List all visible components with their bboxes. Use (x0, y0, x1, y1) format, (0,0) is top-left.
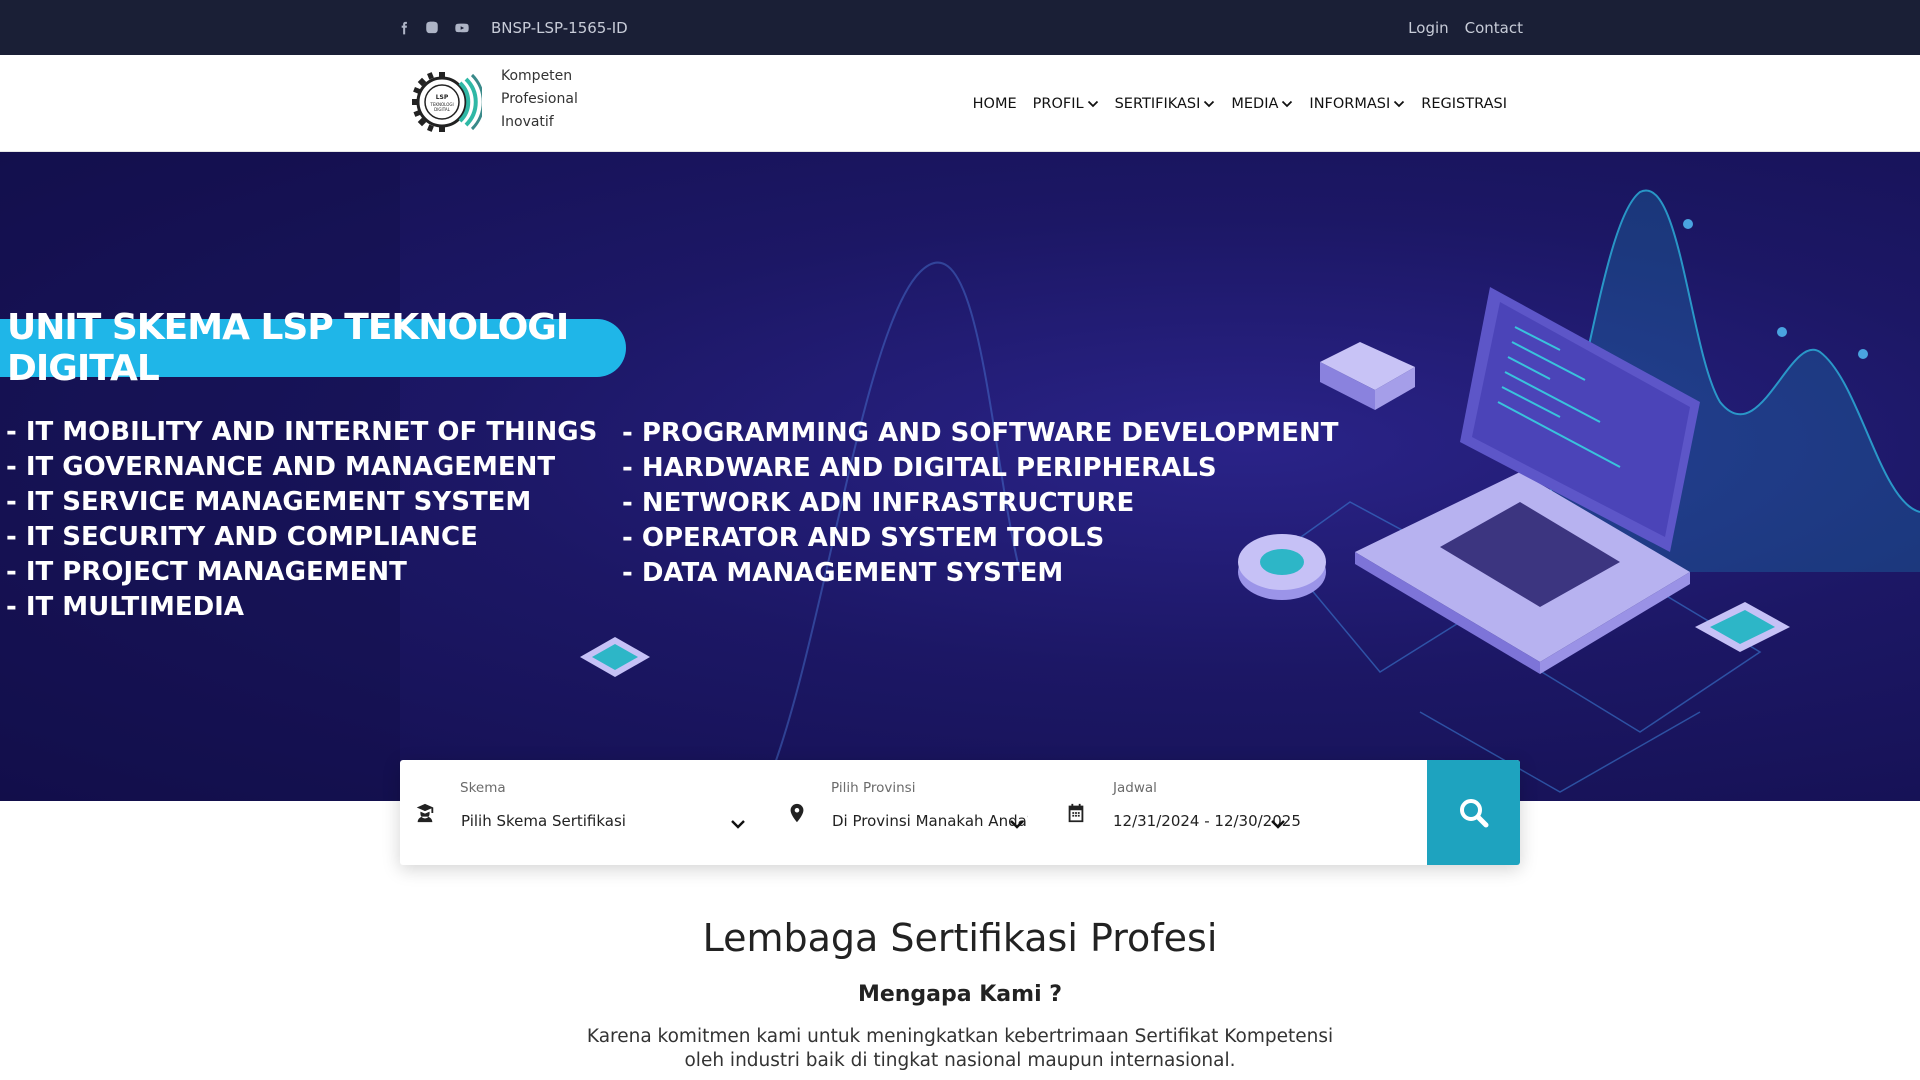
search-panel: Skema Pilih Skema Sertifikasi Pilih Prov… (400, 760, 1520, 865)
provinsi-label: Pilih Provinsi (831, 780, 916, 796)
chevron-down-icon (731, 820, 745, 829)
top-bar: BNSP-LSP-1565-ID Login Contact (0, 0, 1920, 55)
unit-item: - IT MULTIMEDIA (6, 592, 244, 622)
map-pin-icon (786, 802, 808, 824)
nav-media[interactable]: MEDIA (1231, 96, 1293, 112)
nav-label: PROFIL (1032, 95, 1084, 112)
svg-text:DIGITAL: DIGITAL (434, 107, 450, 112)
chevron-down-icon (1087, 100, 1098, 107)
section-subtitle: Mengapa Kami ? (857, 982, 1063, 1007)
tagline: Kompeten Profesional Inovatif (501, 65, 578, 134)
unit-item: - DATA MANAGEMENT SYSTEM (622, 558, 1064, 588)
instagram-icon[interactable] (425, 21, 439, 35)
paragraph-line: oleh industri baik di tingkat nasional m… (684, 1050, 1236, 1071)
calendar-icon (1065, 802, 1087, 824)
nav-label: REGISTRASI (1421, 95, 1507, 112)
nav-registrasi[interactable]: REGISTRASI (1421, 96, 1507, 112)
unit-item: - NETWORK ADN INFRASTRUCTURE (622, 488, 1135, 518)
unit-list-right: - PROGRAMMING AND SOFTWARE DEVELOPMENT -… (622, 416, 1339, 591)
main-nav: HOME PROFIL SERTIFIKASI MEDIA INFORMASI … (973, 55, 1507, 152)
search-icon (1459, 798, 1488, 827)
provinsi-select[interactable]: Di Provinsi Manakah Anda? (832, 812, 1028, 830)
chevron-down-icon (1394, 100, 1405, 107)
unit-list-left: - IT MOBILITY AND INTERNET OF THINGS - I… (6, 415, 597, 625)
unit-item: - HARDWARE AND DIGITAL PERIPHERALS (622, 453, 1217, 483)
main-header: LSP TEKNOLOGI DIGITAL Kompeten Profesion… (0, 55, 1920, 152)
hero-title-pill: UNIT SKEMA LSP TEKNOLOGI DIGITAL (0, 307, 626, 389)
nav-label: INFORMASI (1309, 95, 1391, 112)
hero-banner: UNIT SKEMA LSP TEKNOLOGI DIGITAL - IT MO… (0, 152, 1920, 801)
graduate-icon (414, 802, 436, 824)
tagline-line: Kompeten (501, 68, 573, 84)
unit-item: - IT MOBILITY AND INTERNET OF THINGS (6, 417, 598, 447)
skema-field[interactable]: Skema Pilih Skema Sertifikasi (400, 760, 770, 865)
nav-label: MEDIA (1231, 95, 1279, 112)
nav-sertifikasi[interactable]: SERTIFIKASI (1115, 96, 1216, 112)
chevron-down-icon (1271, 820, 1285, 829)
about-paragraph: Karena komitmen kami untuk meningkatkan … (0, 1025, 1920, 1073)
lsp-logo[interactable]: LSP TEKNOLOGI DIGITAL (408, 65, 485, 139)
unit-item: - OPERATOR AND SYSTEM TOOLS (622, 523, 1105, 553)
contact-link[interactable]: Contact (1465, 19, 1523, 37)
registration-code: BNSP-LSP-1565-ID (491, 18, 628, 37)
nav-profil[interactable]: PROFIL (1033, 96, 1099, 112)
jadwal-label: Jadwal (1113, 780, 1157, 796)
page-title: Lembaga Sertifikasi Profesi (702, 916, 1218, 960)
provinsi-field[interactable]: Pilih Provinsi Di Provinsi Manakah Anda? (780, 760, 1050, 865)
login-link[interactable]: Login (1408, 19, 1448, 37)
chevron-down-icon (1010, 820, 1024, 829)
about-section: Lembaga Sertifikasi Profesi Mengapa Kami… (0, 900, 1920, 1073)
chevron-down-icon (1282, 100, 1293, 107)
unit-item: - IT SECURITY AND COMPLIANCE (6, 522, 478, 552)
unit-item: - IT GOVERNANCE AND MANAGEMENT (6, 452, 556, 482)
unit-item: - IT SERVICE MANAGEMENT SYSTEM (6, 487, 532, 517)
nav-label: HOME (972, 95, 1017, 112)
unit-item: - PROGRAMMING AND SOFTWARE DEVELOPMENT (622, 418, 1339, 448)
svg-text:LSP: LSP (436, 94, 449, 101)
nav-label: SERTIFIKASI (1114, 95, 1201, 112)
jadwal-field[interactable]: Jadwal 12/31/2024 - 12/30/2025 (1065, 760, 1425, 865)
skema-select[interactable]: Pilih Skema Sertifikasi (461, 812, 721, 830)
hero-title: UNIT SKEMA LSP TEKNOLOGI DIGITAL (7, 307, 569, 389)
facebook-icon[interactable] (397, 21, 411, 35)
tagline-line: Profesional (501, 91, 578, 107)
chevron-down-icon (1204, 100, 1215, 107)
unit-item: - IT PROJECT MANAGEMENT (6, 557, 407, 587)
nav-informasi[interactable]: INFORMASI (1309, 96, 1405, 112)
youtube-icon[interactable] (453, 21, 471, 35)
skema-label: Skema (460, 780, 506, 796)
paragraph-line: Karena komitmen kami untuk meningkatkan … (586, 1026, 1334, 1047)
search-button[interactable] (1427, 760, 1520, 865)
tagline-line: Inovatif (501, 114, 554, 130)
nav-home[interactable]: HOME (973, 96, 1017, 112)
